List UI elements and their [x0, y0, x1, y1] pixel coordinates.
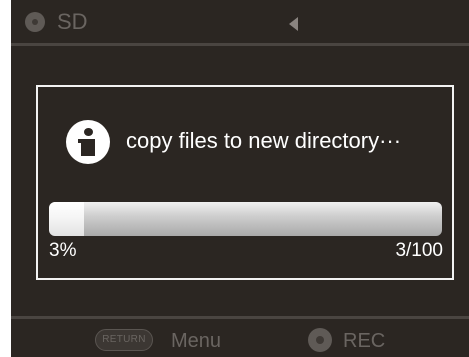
- record-icon[interactable]: [308, 328, 332, 352]
- bottom-divider: [11, 316, 469, 319]
- sd-card-icon: [25, 12, 45, 32]
- left-arrow-icon[interactable]: [289, 17, 298, 31]
- copy-progress-dialog: copy files to new directory··· 3% 3/100: [36, 85, 454, 280]
- progress-bar: [49, 202, 442, 236]
- storage-label: SD: [57, 9, 88, 34]
- menu-label[interactable]: Menu: [171, 328, 221, 354]
- top-status-bar: SD: [11, 0, 469, 44]
- camera-screen: SD copy files to new directory··· 3% 3/1…: [11, 0, 469, 357]
- return-button[interactable]: RETURN: [95, 329, 153, 351]
- progress-percent-label: 3%: [49, 240, 77, 261]
- progress-fill: [49, 202, 84, 236]
- dialog-message: copy files to new directory···: [126, 128, 402, 153]
- info-icon: [66, 120, 110, 164]
- rec-label[interactable]: REC: [343, 328, 385, 354]
- progress-count-label: 3/100: [395, 240, 443, 261]
- top-divider: [11, 43, 469, 46]
